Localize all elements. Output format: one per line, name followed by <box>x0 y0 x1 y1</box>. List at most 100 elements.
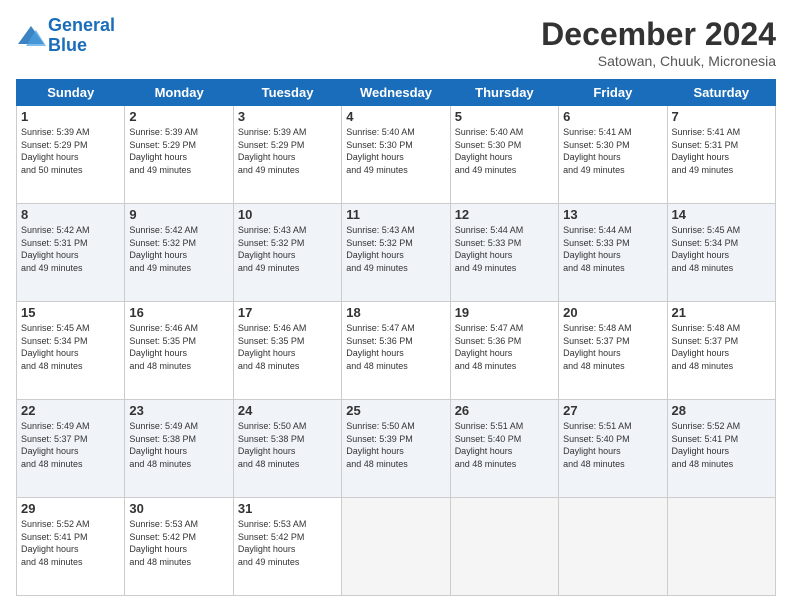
calendar-cell: 16 Sunrise: 5:46 AM Sunset: 5:35 PM Dayl… <box>125 302 233 400</box>
day-number: 6 <box>563 109 662 124</box>
calendar-cell: 23 Sunrise: 5:49 AM Sunset: 5:38 PM Dayl… <box>125 400 233 498</box>
calendar-cell: 21 Sunrise: 5:48 AM Sunset: 5:37 PM Dayl… <box>667 302 775 400</box>
calendar-cell: 12 Sunrise: 5:44 AM Sunset: 5:33 PM Dayl… <box>450 204 558 302</box>
header: General Blue December 2024 Satowan, Chuu… <box>16 16 776 69</box>
day-number: 23 <box>129 403 228 418</box>
day-number: 15 <box>21 305 120 320</box>
logo-text: General Blue <box>48 16 115 56</box>
day-number: 18 <box>346 305 445 320</box>
cell-info: Sunrise: 5:45 AM Sunset: 5:34 PM Dayligh… <box>672 224 771 274</box>
day-number: 12 <box>455 207 554 222</box>
day-header-wednesday: Wednesday <box>342 80 450 106</box>
cell-info: Sunrise: 5:48 AM Sunset: 5:37 PM Dayligh… <box>672 322 771 372</box>
cell-info: Sunrise: 5:49 AM Sunset: 5:37 PM Dayligh… <box>21 420 120 470</box>
day-number: 7 <box>672 109 771 124</box>
week-row-4: 22 Sunrise: 5:49 AM Sunset: 5:37 PM Dayl… <box>17 400 776 498</box>
day-number: 8 <box>21 207 120 222</box>
calendar-cell: 25 Sunrise: 5:50 AM Sunset: 5:39 PM Dayl… <box>342 400 450 498</box>
calendar-cell: 27 Sunrise: 5:51 AM Sunset: 5:40 PM Dayl… <box>559 400 667 498</box>
logo: General Blue <box>16 16 115 56</box>
calendar-cell: 29 Sunrise: 5:52 AM Sunset: 5:41 PM Dayl… <box>17 498 125 596</box>
location: Satowan, Chuuk, Micronesia <box>541 53 776 69</box>
calendar-cell: 5 Sunrise: 5:40 AM Sunset: 5:30 PM Dayli… <box>450 106 558 204</box>
cell-info: Sunrise: 5:43 AM Sunset: 5:32 PM Dayligh… <box>346 224 445 274</box>
calendar-cell: 3 Sunrise: 5:39 AM Sunset: 5:29 PM Dayli… <box>233 106 341 204</box>
calendar-cell: 7 Sunrise: 5:41 AM Sunset: 5:31 PM Dayli… <box>667 106 775 204</box>
calendar-cell: 19 Sunrise: 5:47 AM Sunset: 5:36 PM Dayl… <box>450 302 558 400</box>
day-number: 5 <box>455 109 554 124</box>
cell-info: Sunrise: 5:46 AM Sunset: 5:35 PM Dayligh… <box>238 322 337 372</box>
calendar-cell <box>667 498 775 596</box>
calendar-cell <box>559 498 667 596</box>
cell-info: Sunrise: 5:43 AM Sunset: 5:32 PM Dayligh… <box>238 224 337 274</box>
day-header-sunday: Sunday <box>17 80 125 106</box>
cell-info: Sunrise: 5:53 AM Sunset: 5:42 PM Dayligh… <box>129 518 228 568</box>
week-row-3: 15 Sunrise: 5:45 AM Sunset: 5:34 PM Dayl… <box>17 302 776 400</box>
cell-info: Sunrise: 5:42 AM Sunset: 5:31 PM Dayligh… <box>21 224 120 274</box>
calendar-cell: 2 Sunrise: 5:39 AM Sunset: 5:29 PM Dayli… <box>125 106 233 204</box>
calendar-cell: 4 Sunrise: 5:40 AM Sunset: 5:30 PM Dayli… <box>342 106 450 204</box>
day-number: 16 <box>129 305 228 320</box>
logo-blue: Blue <box>48 35 87 55</box>
day-number: 13 <box>563 207 662 222</box>
cell-info: Sunrise: 5:39 AM Sunset: 5:29 PM Dayligh… <box>129 126 228 176</box>
day-number: 31 <box>238 501 337 516</box>
days-header-row: SundayMondayTuesdayWednesdayThursdayFrid… <box>17 80 776 106</box>
cell-info: Sunrise: 5:41 AM Sunset: 5:30 PM Dayligh… <box>563 126 662 176</box>
calendar-cell: 15 Sunrise: 5:45 AM Sunset: 5:34 PM Dayl… <box>17 302 125 400</box>
week-row-2: 8 Sunrise: 5:42 AM Sunset: 5:31 PM Dayli… <box>17 204 776 302</box>
calendar-cell: 28 Sunrise: 5:52 AM Sunset: 5:41 PM Dayl… <box>667 400 775 498</box>
calendar-cell: 30 Sunrise: 5:53 AM Sunset: 5:42 PM Dayl… <box>125 498 233 596</box>
calendar-cell: 18 Sunrise: 5:47 AM Sunset: 5:36 PM Dayl… <box>342 302 450 400</box>
logo-general: General <box>48 15 115 35</box>
calendar: SundayMondayTuesdayWednesdayThursdayFrid… <box>16 79 776 596</box>
day-number: 24 <box>238 403 337 418</box>
day-number: 14 <box>672 207 771 222</box>
day-header-tuesday: Tuesday <box>233 80 341 106</box>
cell-info: Sunrise: 5:52 AM Sunset: 5:41 PM Dayligh… <box>21 518 120 568</box>
day-number: 4 <box>346 109 445 124</box>
calendar-cell: 10 Sunrise: 5:43 AM Sunset: 5:32 PM Dayl… <box>233 204 341 302</box>
calendar-cell <box>342 498 450 596</box>
calendar-cell: 20 Sunrise: 5:48 AM Sunset: 5:37 PM Dayl… <box>559 302 667 400</box>
month-title: December 2024 <box>541 16 776 53</box>
day-number: 20 <box>563 305 662 320</box>
cell-info: Sunrise: 5:39 AM Sunset: 5:29 PM Dayligh… <box>21 126 120 176</box>
title-block: December 2024 Satowan, Chuuk, Micronesia <box>541 16 776 69</box>
day-number: 1 <box>21 109 120 124</box>
cell-info: Sunrise: 5:44 AM Sunset: 5:33 PM Dayligh… <box>563 224 662 274</box>
calendar-cell: 1 Sunrise: 5:39 AM Sunset: 5:29 PM Dayli… <box>17 106 125 204</box>
cell-info: Sunrise: 5:51 AM Sunset: 5:40 PM Dayligh… <box>455 420 554 470</box>
day-header-monday: Monday <box>125 80 233 106</box>
calendar-cell: 14 Sunrise: 5:45 AM Sunset: 5:34 PM Dayl… <box>667 204 775 302</box>
cell-info: Sunrise: 5:50 AM Sunset: 5:39 PM Dayligh… <box>346 420 445 470</box>
calendar-cell: 26 Sunrise: 5:51 AM Sunset: 5:40 PM Dayl… <box>450 400 558 498</box>
cell-info: Sunrise: 5:40 AM Sunset: 5:30 PM Dayligh… <box>346 126 445 176</box>
day-number: 21 <box>672 305 771 320</box>
cell-info: Sunrise: 5:45 AM Sunset: 5:34 PM Dayligh… <box>21 322 120 372</box>
calendar-cell: 8 Sunrise: 5:42 AM Sunset: 5:31 PM Dayli… <box>17 204 125 302</box>
cell-info: Sunrise: 5:48 AM Sunset: 5:37 PM Dayligh… <box>563 322 662 372</box>
calendar-cell <box>450 498 558 596</box>
cell-info: Sunrise: 5:53 AM Sunset: 5:42 PM Dayligh… <box>238 518 337 568</box>
cell-info: Sunrise: 5:42 AM Sunset: 5:32 PM Dayligh… <box>129 224 228 274</box>
cell-info: Sunrise: 5:47 AM Sunset: 5:36 PM Dayligh… <box>346 322 445 372</box>
page: General Blue December 2024 Satowan, Chuu… <box>0 0 792 612</box>
day-header-friday: Friday <box>559 80 667 106</box>
cell-info: Sunrise: 5:49 AM Sunset: 5:38 PM Dayligh… <box>129 420 228 470</box>
day-header-saturday: Saturday <box>667 80 775 106</box>
cell-info: Sunrise: 5:44 AM Sunset: 5:33 PM Dayligh… <box>455 224 554 274</box>
calendar-body: 1 Sunrise: 5:39 AM Sunset: 5:29 PM Dayli… <box>17 106 776 596</box>
cell-info: Sunrise: 5:52 AM Sunset: 5:41 PM Dayligh… <box>672 420 771 470</box>
day-number: 11 <box>346 207 445 222</box>
week-row-1: 1 Sunrise: 5:39 AM Sunset: 5:29 PM Dayli… <box>17 106 776 204</box>
day-number: 26 <box>455 403 554 418</box>
calendar-cell: 6 Sunrise: 5:41 AM Sunset: 5:30 PM Dayli… <box>559 106 667 204</box>
day-number: 22 <box>21 403 120 418</box>
day-number: 28 <box>672 403 771 418</box>
cell-info: Sunrise: 5:47 AM Sunset: 5:36 PM Dayligh… <box>455 322 554 372</box>
day-number: 25 <box>346 403 445 418</box>
calendar-cell: 22 Sunrise: 5:49 AM Sunset: 5:37 PM Dayl… <box>17 400 125 498</box>
day-header-thursday: Thursday <box>450 80 558 106</box>
day-number: 30 <box>129 501 228 516</box>
